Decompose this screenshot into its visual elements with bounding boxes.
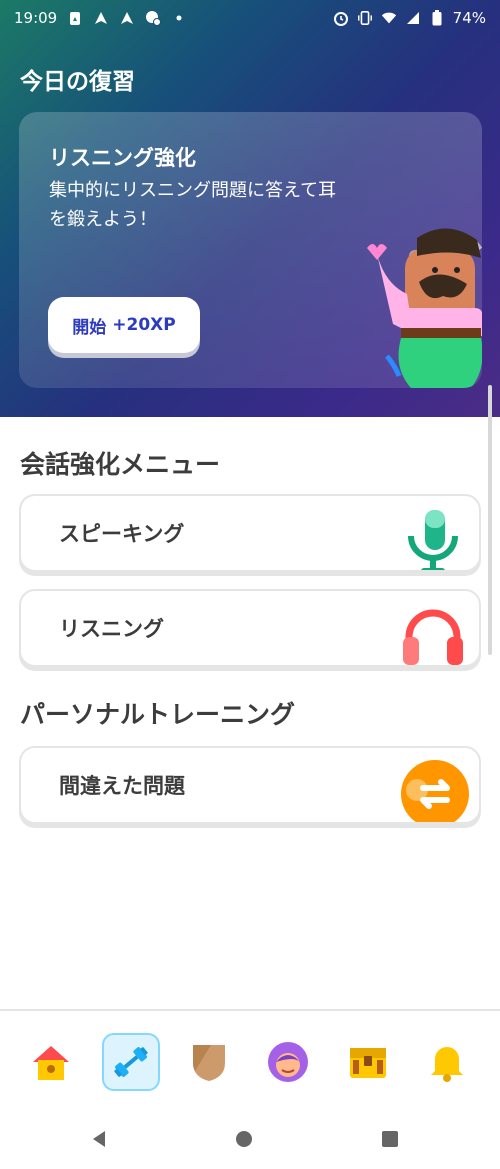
notification-icon: [431, 1047, 463, 1082]
hero-banner: 19:09 74% 今日の復習 リスニング強化 集中的にリスニング問題に答えて耳…: [0, 0, 500, 417]
nav-shop[interactable]: [339, 1033, 397, 1091]
listening-card[interactable]: リスニング: [19, 589, 481, 667]
nav-icon: [119, 10, 135, 26]
status-time: 19:09: [14, 9, 58, 27]
wifi-icon: [381, 10, 397, 26]
listening-label: リスニング: [59, 617, 164, 641]
status-bar: 19:09 74%: [0, 0, 500, 36]
nav-notifications[interactable]: [418, 1033, 476, 1091]
section-title-conversation: 会話強化メニュー: [20, 450, 221, 479]
practice-icon: [114, 1047, 148, 1077]
dot-icon: [171, 10, 187, 26]
microphone-icon: [408, 510, 458, 570]
gallery-icon: [67, 10, 83, 26]
nav-home[interactable]: [22, 1033, 80, 1091]
speaking-label: スピーキング: [59, 522, 185, 546]
section-title-personal: パーソナルトレーニング: [20, 700, 296, 729]
mistakes-label: 間違えた問題: [59, 774, 185, 798]
nav-icon: [93, 10, 109, 26]
alarm-icon: [333, 10, 349, 26]
battery-icon: [429, 10, 445, 26]
review-card[interactable]: リスニング強化 集中的にリスニング問題に答えて耳を鍛えよう！ 開始 +20XP: [19, 112, 482, 388]
repeat-icon: [401, 760, 469, 822]
system-nav-bar: [0, 1111, 500, 1169]
home-icon: [33, 1046, 69, 1080]
speaking-card[interactable]: スピーキング: [19, 494, 481, 572]
scrollbar[interactable]: [488, 385, 492, 655]
nav-profile[interactable]: [259, 1033, 317, 1091]
start-button-label: 開始: [72, 317, 107, 338]
dnd-icon: [145, 10, 162, 26]
back-icon[interactable]: [89, 1129, 109, 1149]
home-button-icon[interactable]: [234, 1129, 254, 1149]
start-button-xp: +20XP: [112, 315, 176, 335]
mistakes-card[interactable]: 間違えた問題: [19, 746, 481, 824]
nav-league[interactable]: [180, 1033, 238, 1091]
bottom-nav: [0, 1009, 500, 1111]
headphones-icon: [403, 609, 463, 665]
start-button[interactable]: 開始 +20XP: [48, 297, 200, 353]
battery-level: 74%: [452, 9, 486, 27]
profile-icon: [268, 1042, 308, 1082]
nav-practice[interactable]: [102, 1033, 160, 1091]
page-title: 今日の復習: [20, 69, 135, 95]
review-card-title: リスニング強化: [49, 146, 196, 170]
vibrate-icon: [357, 10, 373, 26]
recents-icon[interactable]: [380, 1129, 400, 1149]
shop-icon: [350, 1048, 386, 1078]
league-icon: [193, 1045, 225, 1081]
review-card-description: 集中的にリスニング問題に答えて耳を鍛えよう！: [49, 180, 337, 230]
signal-icon: [405, 10, 421, 26]
duo-character-illustration: [367, 228, 482, 388]
